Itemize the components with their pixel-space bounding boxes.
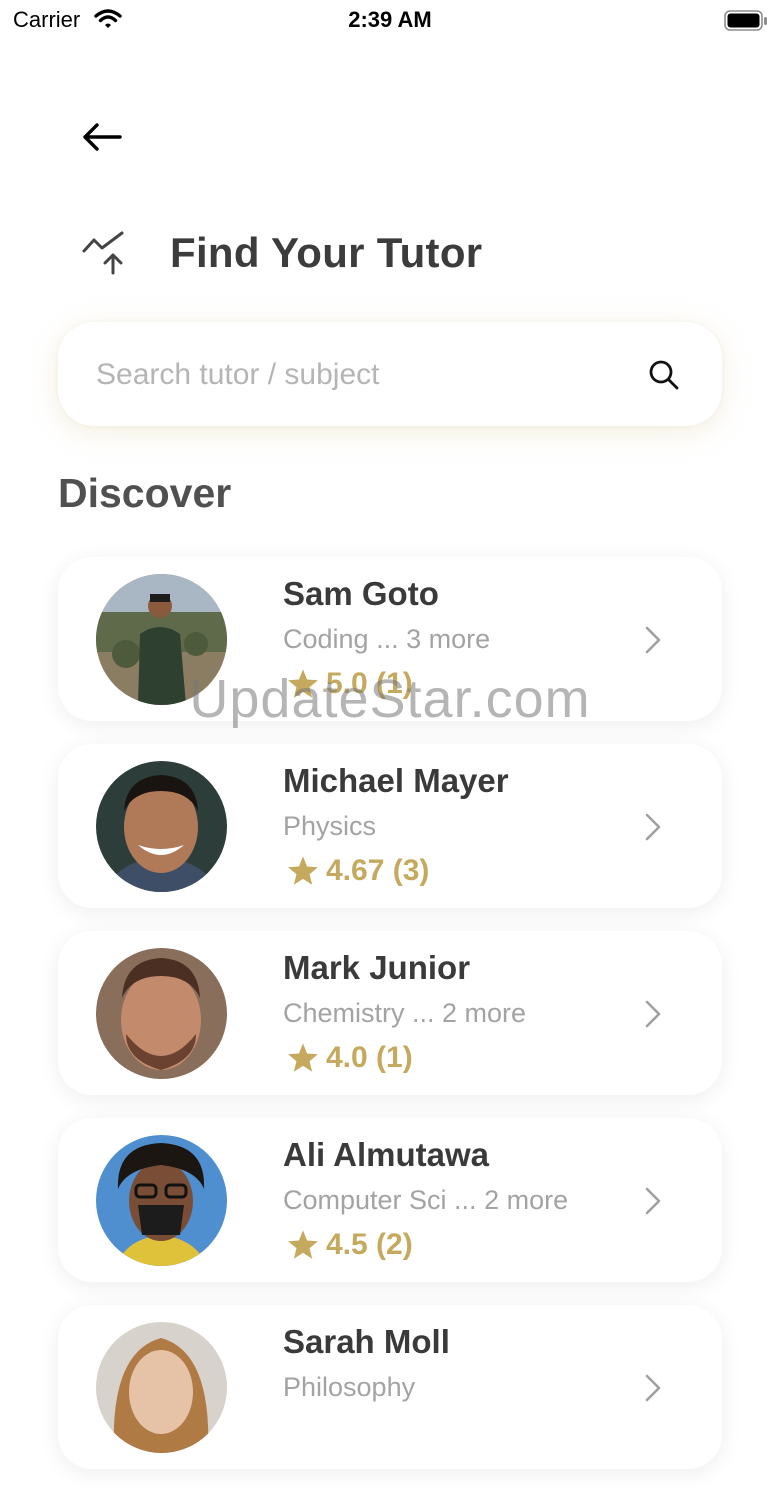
tutor-subjects: Chemistry ... 2 more xyxy=(283,998,527,1028)
tutor-avatar xyxy=(96,761,227,892)
search-icon[interactable] xyxy=(648,359,680,391)
tutor-name: Sarah Moll xyxy=(283,1323,450,1360)
tutor-card[interactable]: Mark Junior Chemistry ... 2 more 4.0 (1) xyxy=(58,931,722,1095)
chevron-right-icon xyxy=(645,813,661,841)
arrow-left-icon xyxy=(83,123,122,151)
rating-value: 4.0 (1) xyxy=(326,1041,413,1074)
tutor-avatar xyxy=(96,1322,227,1453)
tutor-name: Sam Goto xyxy=(283,575,439,612)
discover-heading: Discover xyxy=(58,470,232,516)
tutor-name: Mark Junior xyxy=(283,949,471,986)
status-time: 2:39 AM xyxy=(348,7,432,32)
tutor-avatar xyxy=(96,1135,227,1266)
star-icon xyxy=(288,669,318,698)
tutor-subjects: Computer Sci ... 2 more xyxy=(283,1185,569,1215)
page-header: Find Your Tutor xyxy=(80,225,482,281)
tutor-rating: 5.0 (1) xyxy=(286,667,413,701)
tutor-rating: 4.5 (2) xyxy=(286,1228,413,1262)
tutor-card[interactable]: Ali Almutawa Computer Sci ... 2 more 4.5… xyxy=(58,1118,722,1282)
star-icon xyxy=(288,1230,318,1259)
chevron-right-icon xyxy=(645,626,661,654)
chevron-right-icon xyxy=(645,1000,661,1028)
tutor-subjects: Physics xyxy=(283,811,377,841)
chevron-right-icon xyxy=(645,1374,661,1402)
tutor-subjects: Philosophy xyxy=(283,1372,416,1402)
rating-value: 5.0 (1) xyxy=(326,667,413,700)
battery-icon xyxy=(724,10,768,37)
tutor-rating: 4.0 (1) xyxy=(286,1041,413,1075)
rating-value: 4.5 (2) xyxy=(326,1228,413,1261)
tutor-name: Ali Almutawa xyxy=(283,1136,489,1173)
tutor-rating: 4.67 (3) xyxy=(286,854,429,888)
back-button[interactable] xyxy=(76,115,128,159)
search-bar xyxy=(58,322,722,428)
star-icon xyxy=(288,1043,318,1072)
tutor-name: Michael Mayer xyxy=(283,762,509,799)
tutor-card[interactable]: Sam Goto Coding ... 3 more 5.0 (1) xyxy=(58,557,722,721)
rating-value: 4.67 (3) xyxy=(326,854,430,887)
star-icon xyxy=(288,856,318,885)
tutor-avatar xyxy=(96,574,227,705)
trending-up-icon xyxy=(82,231,124,275)
tutor-subjects: Coding ... 3 more xyxy=(283,624,491,654)
page-title: Find Your Tutor xyxy=(170,229,483,276)
status-bar: Carrier 2:39 AM xyxy=(0,0,780,40)
tutor-avatar xyxy=(96,948,227,1079)
tutor-list: Sam Goto Coding ... 3 more 5.0 (1) Micha… xyxy=(58,557,722,1492)
search-input[interactable] xyxy=(94,322,638,428)
tutor-card[interactable]: Sarah Moll Philosophy xyxy=(58,1305,722,1469)
chevron-right-icon xyxy=(645,1187,661,1215)
tutor-card[interactable]: Michael Mayer Physics 4.67 (3) xyxy=(58,744,722,908)
